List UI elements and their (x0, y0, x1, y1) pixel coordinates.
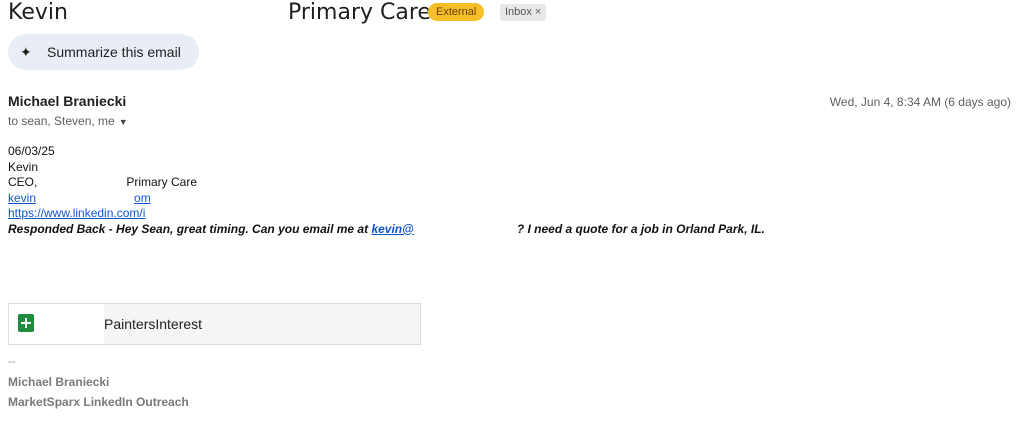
summarize-label: Summarize this email (47, 44, 181, 60)
email-link-end[interactable]: om (134, 191, 151, 205)
recipients-line[interactable]: to sean, Steven, me ▼ (8, 114, 128, 128)
email-link-start[interactable]: kevin (8, 191, 36, 205)
google-sheets-icon (18, 314, 34, 332)
subject-text-start: Kevin (8, 0, 68, 25)
sender-name[interactable]: Michael Braniecki (8, 93, 126, 109)
body-date-line: 06/03/25 (8, 144, 55, 158)
response-email-link[interactable]: kevin@ (371, 222, 413, 236)
attachment-chip[interactable]: PaintersInterest (8, 303, 421, 345)
sparkle-icon: ✦ (20, 43, 32, 60)
attachment-icon-area (9, 304, 104, 344)
attachment-name: PaintersInterest (104, 316, 203, 332)
recipients-text: to sean, Steven, me (8, 114, 115, 128)
response-text-start: Responded Back - Hey Sean, great timing.… (8, 221, 372, 236)
remove-label-icon[interactable]: × (535, 6, 541, 18)
message-body: 06/03/25 Kevin CEO, Primary Care kevin om … (8, 144, 765, 237)
title-suffix: Primary Care (126, 175, 198, 189)
email-subject: Kevin Primary Care External Inbox × (0, 0, 1023, 26)
inbox-label[interactable]: Inbox × (500, 4, 547, 21)
title-prefix: CEO, (8, 175, 38, 189)
body-name-line: Kevin (8, 159, 39, 174)
signature-separator: -- (8, 356, 16, 368)
body-title-line: CEO, Primary Care (8, 175, 765, 191)
linkedin-link[interactable]: https://www.linkedin.com/i (8, 206, 145, 220)
chevron-down-icon[interactable]: ▼ (119, 117, 128, 127)
body-email-line: kevin om (8, 191, 765, 207)
signature-name: Michael Braniecki (8, 375, 110, 389)
message-date: Wed, Jun 4, 8:34 AM (6 days ago) (829, 95, 1011, 109)
inbox-label-text: Inbox (505, 6, 532, 18)
response-text-end: ? I need a quote for a job in Orland Par… (516, 221, 765, 236)
body-response-line: Responded Back - Hey Sean, great timing.… (8, 222, 765, 238)
signature-company: MarketSparx LinkedIn Outreach (8, 395, 189, 409)
summarize-email-button[interactable]: ✦ Summarize this email (8, 34, 199, 70)
body-linkedin-line: https://www.linkedin.com/i (8, 206, 765, 222)
external-label: External (428, 3, 485, 21)
subject-text-end: Primary Care (288, 0, 431, 25)
